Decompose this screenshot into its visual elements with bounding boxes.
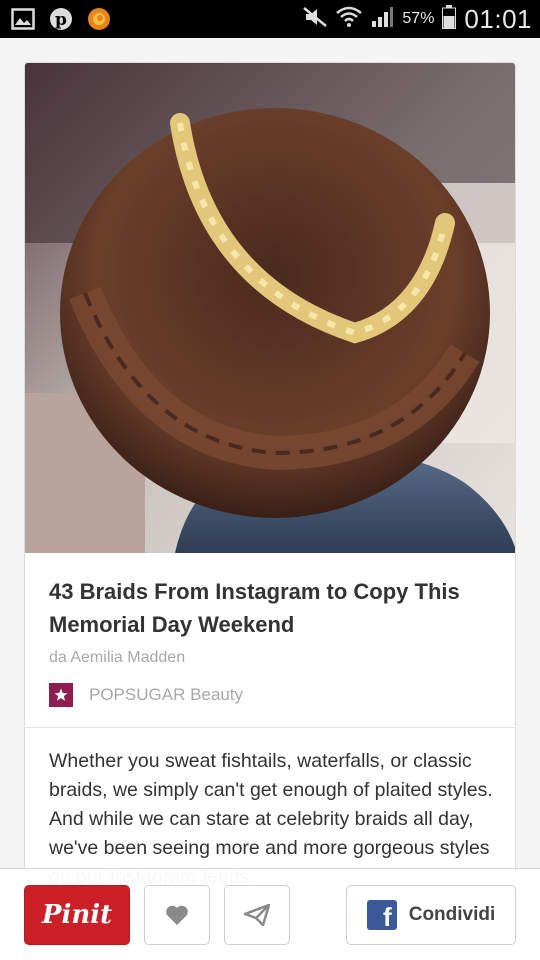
firefox-icon [86,6,112,32]
heart-icon [166,905,188,925]
star-icon [49,683,73,707]
pin-source[interactable]: POPSUGAR Beauty [49,683,243,707]
pin-author[interactable]: da Aemilia Madden [49,649,185,667]
facebook-share-button[interactable]: f Condividi [346,885,516,945]
share-label: Condividi [408,904,496,925]
battery-percent: 57% [402,10,435,27]
pin-title[interactable]: 43 Braids From Instagram to Copy This Me… [49,575,499,641]
send-button[interactable] [224,885,290,945]
clock: 01:01 [464,3,532,34]
action-bar: Pinit f Condividi [0,868,540,960]
gallery-icon [10,6,36,32]
svg-text:p: p [55,10,67,30]
pinterest-icon: p [48,6,74,32]
notification-icons: p [10,6,112,32]
source-name: POPSUGAR Beauty [89,685,244,704]
battery-icon [442,4,457,34]
pin-panel: 43 Braids From Instagram to Copy This Me… [24,62,516,960]
signal-icon [370,6,394,33]
wifi-icon [336,6,363,33]
status-bar: p 57% 01:01 [0,0,540,38]
facebook-icon: f [366,900,397,930]
system-indicators: 57% 01:01 [302,4,532,34]
pin-card: 43 Braids From Instagram to Copy This Me… [0,38,540,960]
like-button[interactable] [144,885,210,945]
pin-it-label: Pinit [41,900,113,930]
pin-image[interactable] [25,63,516,553]
send-icon [244,904,270,926]
pin-it-button[interactable]: Pinit [24,885,130,945]
mute-icon [302,6,328,33]
divider [25,727,515,728]
